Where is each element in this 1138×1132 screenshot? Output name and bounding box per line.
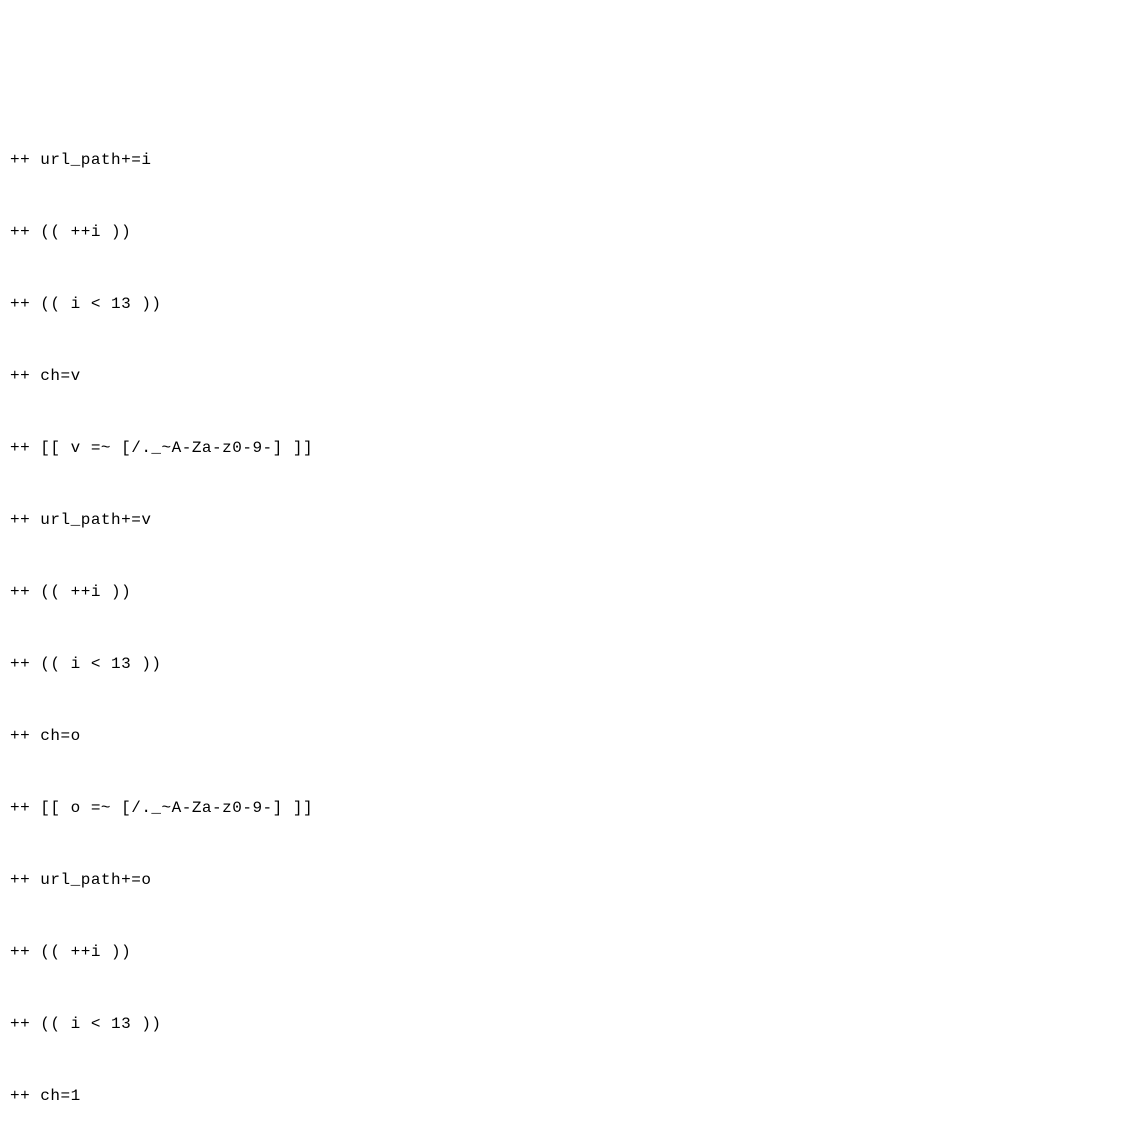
terminal-line: ++ [[ o =~ [/._~A-Za-z0-9-] ]] (10, 796, 1128, 820)
terminal-line: ++ (( i < 13 )) (10, 652, 1128, 676)
terminal-line: ++ url_path+=o (10, 868, 1128, 892)
terminal-line: ++ ch=v (10, 364, 1128, 388)
terminal-line: ++ [[ v =~ [/._~A-Za-z0-9-] ]] (10, 436, 1128, 460)
terminal-line: ++ url_path+=i (10, 148, 1128, 172)
terminal-line: ++ url_path+=v (10, 508, 1128, 532)
terminal-line: ++ ch=1 (10, 1084, 1128, 1108)
terminal-line: ++ (( i < 13 )) (10, 292, 1128, 316)
terminal-line: ++ (( ++i )) (10, 580, 1128, 604)
terminal-line: ++ ch=o (10, 724, 1128, 748)
terminal-line: ++ (( ++i )) (10, 220, 1128, 244)
terminal-line: ++ (( ++i )) (10, 940, 1128, 964)
terminal-line: ++ (( i < 13 )) (10, 1012, 1128, 1036)
terminal-output[interactable]: ++ url_path+=i ++ (( ++i )) ++ (( i < 13… (10, 100, 1128, 1132)
